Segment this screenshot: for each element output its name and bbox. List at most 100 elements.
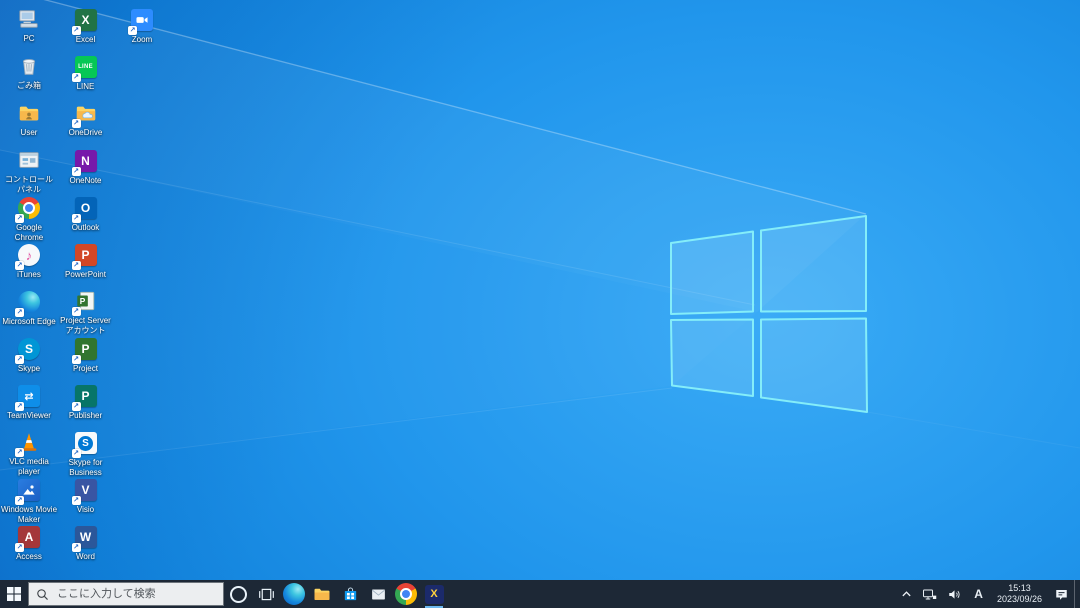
taskbar-mail-button[interactable] bbox=[364, 580, 392, 608]
task-view-button[interactable] bbox=[252, 580, 280, 608]
desktop-icon-access-glyph: A ↗ bbox=[15, 526, 41, 552]
desktop-icon-label: Project Server アカウント bbox=[60, 316, 111, 335]
desktop-icon-label: Zoom bbox=[131, 35, 153, 44]
desktop-icon-itunes[interactable]: ♪ ↗ iTunes bbox=[1, 243, 57, 280]
desktop-icon-label: Access bbox=[16, 552, 42, 561]
desktop-icon-control-panel-glyph bbox=[17, 149, 41, 173]
shortcut-arrow-icon: ↗ bbox=[15, 496, 24, 505]
desktop-icon-outlook-glyph: O ↗ bbox=[71, 197, 98, 223]
desktop-icon-visio[interactable]: V ↗ Visio bbox=[58, 478, 114, 515]
desktop-icon-access[interactable]: A ↗ Access bbox=[1, 525, 57, 562]
ime-indicator[interactable]: A bbox=[967, 580, 990, 608]
desktop-icon-google-chrome-glyph: ↗ bbox=[15, 197, 41, 223]
taskbar-chrome-button[interactable] bbox=[392, 580, 420, 608]
desktop-icon-teamviewer[interactable]: ⇄ ↗ TeamViewer bbox=[1, 384, 57, 421]
desktop-icon-vlc-media-player[interactable]: ↗ VLC media player bbox=[1, 431, 57, 476]
system-tray: A 15:13 2023/09/26 bbox=[896, 580, 1080, 608]
desktop-icon-line-glyph: LINE ↗ bbox=[71, 56, 98, 82]
desktop-icon-windows-movie-maker-glyph: ↗ bbox=[15, 479, 41, 505]
desktop-icon-user-glyph bbox=[17, 102, 41, 126]
volume-icon bbox=[947, 587, 962, 602]
desktop-icon-zoom-glyph: ↗ bbox=[128, 9, 154, 35]
start-button[interactable] bbox=[0, 580, 28, 608]
taskbar: X A 15:13 2023/09/26 bbox=[0, 580, 1080, 608]
desktop-icon-google-chrome[interactable]: ↗ Google Chrome bbox=[1, 196, 57, 242]
desktop-icon-onedrive[interactable]: ↗ OneDrive bbox=[58, 102, 114, 138]
desktop-icon-word[interactable]: W ↗ Word bbox=[58, 525, 114, 562]
desktop-icon-label: ごみ箱 bbox=[17, 81, 41, 90]
desktop-icon-label: Microsoft Edge bbox=[2, 317, 56, 326]
shortcut-arrow-icon: ↗ bbox=[71, 214, 81, 223]
desktop-icon-pc-glyph bbox=[17, 8, 41, 32]
desktop-icon-label: Visio bbox=[76, 505, 95, 514]
desktop-icon-label: Project bbox=[73, 364, 98, 373]
desktop-icon-control-panel[interactable]: コントロール パネル bbox=[1, 149, 57, 194]
network-icon bbox=[922, 587, 937, 602]
volume-button[interactable] bbox=[942, 580, 967, 608]
desktop-icon-zoom[interactable]: ↗ Zoom bbox=[114, 8, 170, 45]
desktop-icon-label: PowerPoint bbox=[65, 270, 106, 279]
desktop-icon-label: Word bbox=[76, 552, 95, 561]
search-input[interactable] bbox=[55, 587, 216, 601]
desktop-icon-powerpoint-glyph: P ↗ bbox=[71, 244, 98, 270]
desktop-icon-label: Skype for Business bbox=[68, 458, 103, 477]
clock-time: 15:13 bbox=[1008, 582, 1031, 593]
desktop-icon-label: User bbox=[20, 128, 38, 137]
shortcut-arrow-icon: ↗ bbox=[71, 119, 81, 128]
search-icon bbox=[36, 588, 49, 601]
desktop-icon-excel[interactable]: X ↗ Excel bbox=[58, 8, 114, 45]
desktop-icon-user[interactable]: User bbox=[1, 102, 57, 138]
desktop-icon-label: Skype bbox=[17, 364, 41, 373]
shortcut-arrow-icon: ↗ bbox=[15, 448, 24, 457]
action-center-button[interactable] bbox=[1049, 580, 1074, 608]
action-center-icon bbox=[1054, 587, 1069, 602]
shortcut-arrow-icon: ↗ bbox=[71, 307, 81, 316]
desktop-icon-teamviewer-glyph: ⇄ ↗ bbox=[15, 385, 41, 411]
windows-start-icon bbox=[7, 587, 21, 601]
desktop-icon-visio-glyph: V ↗ bbox=[71, 479, 98, 505]
desktop-icon-recycle-bin[interactable]: ごみ箱 bbox=[1, 55, 57, 91]
windows-logo-wallpaper bbox=[0, 0, 1080, 471]
desktop-icon-label: TeamViewer bbox=[7, 411, 51, 420]
desktop-icon-skype-for-business-glyph: S ↗ bbox=[71, 432, 98, 458]
desktop-icon-skype-glyph: S ↗ bbox=[15, 338, 41, 364]
desktop-icon-outlook[interactable]: O ↗ Outlook bbox=[58, 196, 114, 233]
shortcut-arrow-icon: ↗ bbox=[128, 26, 137, 35]
desktop-background[interactable]: PC X ↗ Excel ↗ Zoom ごみ箱 LINE ↗ LINE User ↗ OneDrive コ… bbox=[0, 0, 1080, 580]
taskbar-file-explorer-button[interactable] bbox=[308, 580, 336, 608]
shortcut-arrow-icon: ↗ bbox=[71, 26, 81, 35]
desktop-icon-onenote[interactable]: N ↗ OneNote bbox=[58, 149, 114, 186]
desktop-icon-pc[interactable]: PC bbox=[1, 8, 57, 44]
desktop-icon-recycle-bin-glyph bbox=[17, 55, 41, 79]
shortcut-arrow-icon: ↗ bbox=[15, 308, 24, 317]
desktop-icon-label: Google Chrome bbox=[14, 223, 44, 242]
shortcut-arrow-icon: ↗ bbox=[71, 167, 81, 176]
desktop-icon-excel-glyph: X ↗ bbox=[71, 9, 98, 35]
desktop-icon-project[interactable]: P ↗ Project bbox=[58, 337, 114, 374]
desktop-icon-microsoft-edge[interactable]: ↗ Microsoft Edge bbox=[1, 290, 57, 327]
desktop-icon-windows-movie-maker[interactable]: ↗ Windows Movie Maker bbox=[1, 478, 57, 524]
desktop-icon-project-glyph: P ↗ bbox=[71, 338, 98, 364]
taskbar-edge-button[interactable] bbox=[280, 580, 308, 608]
cortana-button[interactable] bbox=[224, 580, 252, 608]
desktop-icon-label: Excel bbox=[75, 35, 96, 44]
desktop-icon-line[interactable]: LINE ↗ LINE bbox=[58, 55, 114, 92]
desktop-icon-publisher[interactable]: P ↗ Publisher bbox=[58, 384, 114, 421]
shortcut-arrow-icon: ↗ bbox=[71, 355, 81, 364]
taskbar-store-button[interactable] bbox=[336, 580, 364, 608]
desktop-icon-skype[interactable]: S ↗ Skype bbox=[1, 337, 57, 374]
desktop-icon-skype-for-business[interactable]: S ↗ Skype for Business bbox=[58, 431, 114, 477]
taskbar-clock[interactable]: 15:13 2023/09/26 bbox=[990, 580, 1049, 608]
taskbar-pinned-app-button[interactable]: X bbox=[420, 580, 448, 608]
desktop-icon-onedrive-glyph: ↗ bbox=[71, 102, 98, 128]
shortcut-arrow-icon: ↗ bbox=[15, 261, 24, 270]
show-desktop-button[interactable] bbox=[1074, 580, 1080, 608]
tray-overflow-chevron-button[interactable] bbox=[896, 580, 917, 608]
desktop-icon-powerpoint[interactable]: P ↗ PowerPoint bbox=[58, 243, 114, 280]
desktop-icon-project-server-accounts[interactable]: P ↗ Project Server アカウント bbox=[58, 290, 114, 335]
chrome-icon bbox=[395, 582, 417, 606]
desktop-icon-label: VLC media player bbox=[9, 457, 49, 476]
network-status-button[interactable] bbox=[917, 580, 942, 608]
taskbar-search-box[interactable] bbox=[28, 582, 224, 606]
taskview-icon bbox=[258, 586, 275, 603]
